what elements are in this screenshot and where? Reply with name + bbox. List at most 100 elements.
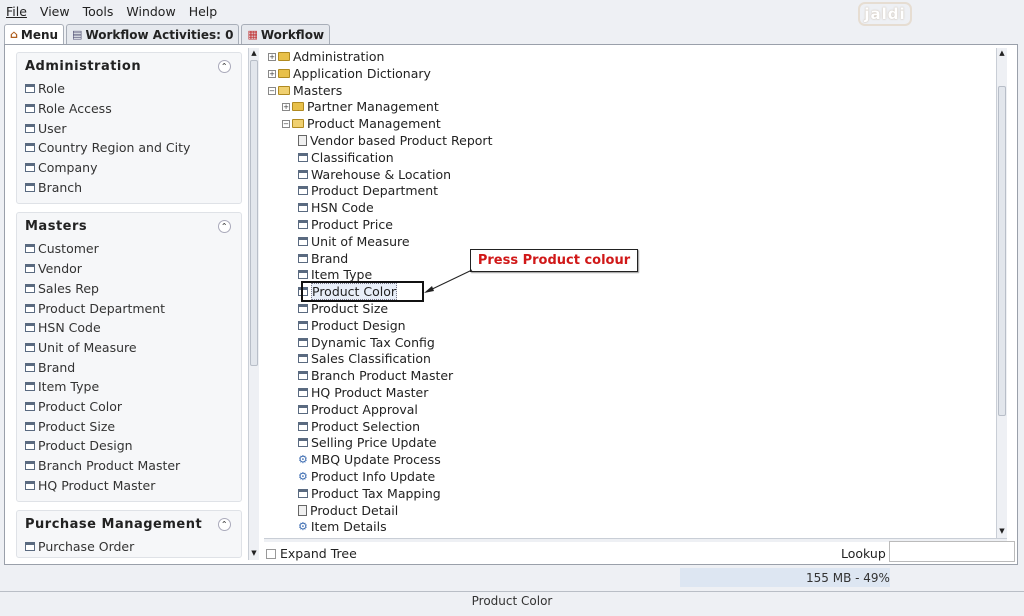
tab-menu[interactable]: ⌂ Menu (4, 24, 65, 44)
menu-item[interactable]: Product Department (17, 298, 241, 318)
tree-node-item[interactable]: Product Tax Mapping (298, 485, 441, 502)
expand-icon[interactable]: + (268, 52, 276, 61)
window-icon (298, 203, 308, 213)
tree-node-item[interactable]: Sales Classification (298, 350, 431, 367)
tree-node-item[interactable]: Warehouse & Location (298, 166, 451, 183)
left-scrollbar[interactable]: ▲ ▼ (248, 48, 259, 560)
menu-item[interactable]: Brand (17, 357, 241, 377)
scroll-up-icon[interactable]: ▲ (997, 48, 1007, 59)
menu-item[interactable]: HSN Code (17, 318, 241, 338)
tab-workflow-activities[interactable]: ▤ Workflow Activities: 0 (66, 24, 240, 44)
tab-workflow-label: Workflow (260, 27, 325, 42)
tree-node-item[interactable]: Selling Price Update (298, 434, 437, 451)
tree-node-item[interactable]: Product Approval (298, 401, 418, 418)
tree-node-masters[interactable]: − Masters (268, 82, 342, 99)
window-icon (298, 270, 308, 280)
tree-node-item[interactable]: Brand (298, 250, 348, 267)
tree-node-label: Product Size (311, 301, 389, 316)
collapse-tree-icon[interactable]: − (268, 86, 276, 95)
menu-item[interactable]: User (17, 118, 241, 138)
section-header[interactable]: Purchase Management ⌃ (17, 511, 241, 537)
menu-view[interactable]: View (40, 4, 70, 19)
menu-item[interactable]: Item Type (17, 377, 241, 397)
lookup-label: Lookup (841, 546, 886, 561)
tree-scrollbar[interactable]: ▲ ▼ (996, 48, 1007, 539)
menu-item[interactable]: Unit of Measure (17, 338, 241, 358)
tree-node-label: Product Tax Mapping (311, 485, 441, 501)
tree-node-item[interactable]: HSN Code (298, 199, 374, 216)
menu-item[interactable]: Purchase Order (17, 537, 241, 557)
menu-item-label: Country Region and City (38, 140, 191, 156)
expand-tree-checkbox[interactable] (266, 548, 276, 559)
expand-icon[interactable]: + (268, 69, 276, 78)
tree-node-application-dictionary[interactable]: + Application Dictionary (268, 65, 431, 82)
tree-node-item[interactable]: Product Size (298, 300, 388, 317)
tree-node-item[interactable]: Product Detail (298, 502, 398, 519)
tree-node-item[interactable]: ⚙ Item Details (298, 518, 387, 535)
process-icon: ⚙ (298, 520, 308, 534)
collapse-icon[interactable]: ⌃ (218, 59, 231, 73)
menu-item[interactable]: Country Region and City (17, 138, 241, 158)
menu-item[interactable]: Branch (17, 177, 241, 197)
process-icon: ⚙ (298, 453, 308, 467)
tree-node-item[interactable]: ⚙ MBQ Update Process (298, 451, 441, 468)
memory-indicator[interactable]: 155 MB - 49% (680, 568, 890, 587)
menu-item[interactable]: HQ Product Master (17, 475, 241, 495)
section-header[interactable]: Administration ⌃ (17, 53, 241, 79)
tree-node-item[interactable]: Classification (298, 149, 394, 166)
tree-node-label: HQ Product Master (311, 385, 429, 400)
lookup-input[interactable] (889, 541, 1015, 562)
menu-item-label: Product Design (38, 438, 133, 454)
window-icon (25, 461, 35, 471)
collapse-tree-icon[interactable]: − (282, 119, 290, 128)
menu-item[interactable]: Customer (17, 239, 241, 259)
tree-node-item[interactable]: Product Price (298, 216, 393, 233)
scroll-thumb[interactable] (250, 60, 258, 366)
menu-item[interactable]: Product Color (17, 397, 241, 417)
memory-text: 155 MB - 49% (806, 571, 890, 585)
menu-item-label: Product Size (38, 418, 116, 434)
scroll-thumb[interactable] (998, 86, 1006, 416)
window-icon (298, 236, 308, 246)
menu-item[interactable]: Vendor (17, 259, 241, 279)
section-header[interactable]: Masters ⌃ (17, 213, 241, 239)
tree-node-item[interactable]: Unit of Measure (298, 233, 410, 250)
tree-node-administration[interactable]: + Administration (268, 48, 384, 65)
menu-tools[interactable]: Tools (83, 4, 114, 19)
tree-node-item[interactable]: Product Design (298, 317, 406, 334)
menu-item[interactable]: Product Design (17, 436, 241, 456)
tree-node-item[interactable]: Product Selection (298, 418, 420, 435)
tree-node-label: Application Dictionary (293, 66, 431, 81)
folder-open-icon (278, 86, 290, 95)
tree-node-item[interactable]: Vendor based Product Report (298, 132, 492, 149)
scroll-down-icon[interactable]: ▼ (997, 526, 1007, 537)
tree-node-partner-management[interactable]: + Partner Management (282, 98, 439, 115)
tree-node-product-management[interactable]: − Product Management (282, 115, 441, 132)
tree-node-item[interactable]: ⚙ Product Info Update (298, 468, 435, 485)
menu-item-label: User (38, 120, 67, 136)
tree-node-item[interactable]: Dynamic Tax Config (298, 334, 435, 351)
tree-node-item[interactable]: Product Department (298, 182, 438, 199)
section-purchase-management: Purchase Management ⌃ Purchase Order (16, 510, 242, 558)
tab-workflow[interactable]: ▦ Workflow (241, 24, 331, 44)
menu-item[interactable]: Company (17, 158, 241, 178)
expand-icon[interactable]: + (282, 102, 290, 111)
list-icon: ▤ (72, 28, 83, 41)
menu-help[interactable]: Help (189, 4, 218, 19)
tree-node-label: Product Price (311, 217, 393, 232)
menu-item[interactable]: Role (17, 79, 241, 99)
tree-node-item[interactable]: HQ Product Master (298, 384, 428, 401)
scroll-down-icon[interactable]: ▼ (249, 548, 259, 559)
menu-file[interactable]: File (6, 4, 27, 19)
menu-item[interactable]: Branch Product Master (17, 456, 241, 476)
menu-window[interactable]: Window (126, 4, 175, 19)
expand-tree-label[interactable]: Expand Tree (280, 546, 357, 561)
tree-node-label: Product Info Update (310, 469, 436, 484)
menu-item[interactable]: Role Access (17, 99, 241, 119)
scroll-up-icon[interactable]: ▲ (249, 48, 259, 59)
collapse-icon[interactable]: ⌃ (218, 517, 231, 531)
menu-item[interactable]: Sales Rep (17, 279, 241, 299)
menu-item[interactable]: Product Size (17, 416, 241, 436)
collapse-icon[interactable]: ⌃ (218, 219, 231, 233)
tree-node-item[interactable]: Branch Product Master (298, 367, 453, 384)
